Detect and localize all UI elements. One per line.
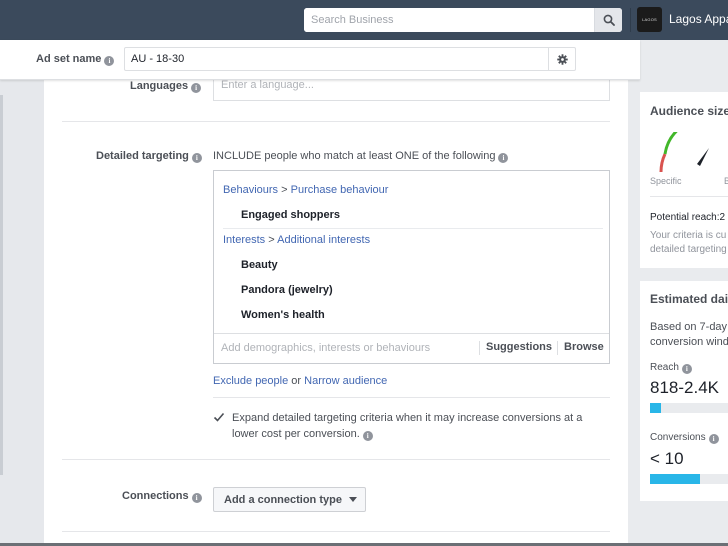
topbar-divider [630,8,631,32]
ad-set-name-field [124,47,576,71]
or-text: or [291,375,302,387]
expand-targeting-text: Expand detailed targeting criteria when … [232,412,583,441]
info-icon[interactable]: i [681,364,692,374]
gauge-specific-label: Specific [650,176,682,186]
gauge-green-segment [663,132,678,155]
targeting-breadcrumb: Interests > Additional interests [223,234,370,246]
breadcrumb-subcategory[interactable]: Purchase behaviour [291,184,389,196]
suggestions-button[interactable]: Suggestions [486,341,552,353]
top-navigation-bar: LAGOS Lagos Apparel [0,0,728,40]
conversions-bar [650,474,728,484]
section-divider [62,459,610,460]
breadcrumb-separator: > [281,184,288,196]
ad-set-name-label: Ad set name i [36,53,115,66]
targeting-breadcrumb: Behaviours > Purchase behaviour [223,184,388,196]
footer-separator [479,341,480,355]
detailed-targeting-label: Detailed targeting i [96,150,202,163]
estimate-description-line-2: conversion window [650,336,728,348]
estimate-description-line-1: Based on 7-day [650,321,728,333]
criteria-note-line-2: detailed targeting [650,244,727,255]
exclude-narrow-links: Exclude people or Narrow audience [213,375,387,387]
search-icon [603,14,615,26]
business-search [304,8,622,32]
gauge-red-segment [659,153,667,173]
languages-label: Languages i [130,80,202,93]
targeting-item[interactable]: Beauty [241,259,278,271]
ad-set-name-input[interactable] [125,48,549,70]
breadcrumb-separator: > [268,234,275,246]
reach-bar-fill [650,403,661,413]
business-name[interactable]: Lagos Apparel [669,12,728,26]
targeting-item[interactable]: Engaged shoppers [241,209,340,221]
info-icon[interactable]: i [708,434,719,444]
breadcrumb-category[interactable]: Interests [223,234,265,246]
left-scroll-edge [0,95,3,475]
targeting-item[interactable]: Pandora (jewelry) [241,284,333,296]
narrow-audience-link[interactable]: Narrow audience [304,375,387,387]
audience-size-card: Audience size Specific Broad Potential r… [640,92,728,268]
criteria-note-line-1: Your criteria is cu [650,230,727,241]
info-icon[interactable]: i [191,153,202,163]
add-connection-type-label: Add a connection type [224,493,342,506]
exclude-people-link[interactable]: Exclude people [213,375,288,387]
detailed-targeting-box: Behaviours > Purchase behaviour Engaged … [213,170,610,364]
gauge-broad-label: Broad [724,176,728,186]
targeting-search-footer: Suggestions Browse [214,333,609,363]
reach-value: 818-2.4K [650,378,719,397]
targeting-search-input[interactable] [214,334,479,362]
add-connection-type-button[interactable]: Add a connection type [213,487,366,512]
gauge-needle [697,148,709,166]
info-icon[interactable]: i [498,153,509,163]
estimated-daily-results-card: Estimated daily results Based on 7-day c… [640,281,728,501]
audience-size-title: Audience size [650,104,728,118]
potential-reach: Potential reach:2 [650,212,726,223]
left-gutter [0,80,44,546]
reach-label: Reach i [650,362,692,374]
connections-label: Connections i [122,490,202,503]
footer-separator [557,341,558,355]
search-button[interactable] [594,8,622,32]
ad-set-name-bar: Ad set name i [0,40,640,80]
expand-targeting-checkbox[interactable] [213,411,225,423]
section-divider [62,531,610,532]
audience-gauge [659,132,709,173]
include-criteria-header: INCLUDE people who match at least ONE of… [213,150,509,163]
search-business-input[interactable] [304,8,594,32]
info-icon[interactable]: i [362,431,373,441]
info-icon[interactable]: i [191,493,202,503]
info-icon[interactable]: i [191,83,202,93]
business-logo[interactable]: LAGOS [637,7,662,32]
section-divider [62,121,610,122]
estimated-daily-title: Estimated daily results [650,292,728,306]
reach-bar [650,403,728,413]
breadcrumb-category[interactable]: Behaviours [223,184,278,196]
gear-icon [556,53,568,65]
card-divider [650,196,728,197]
browse-button[interactable]: Browse [564,341,604,353]
conversions-value: < 10 [650,449,684,468]
caret-down-icon [348,497,357,502]
conversions-bar-fill [650,474,700,484]
conversions-label: Conversions i [650,432,719,444]
ad-set-settings-button[interactable] [548,48,575,70]
targeting-item[interactable]: Women's health [241,309,325,321]
info-icon[interactable]: i [104,56,115,66]
breadcrumb-subcategory[interactable]: Additional interests [277,234,370,246]
group-divider [223,228,603,229]
section-divider [213,397,610,398]
